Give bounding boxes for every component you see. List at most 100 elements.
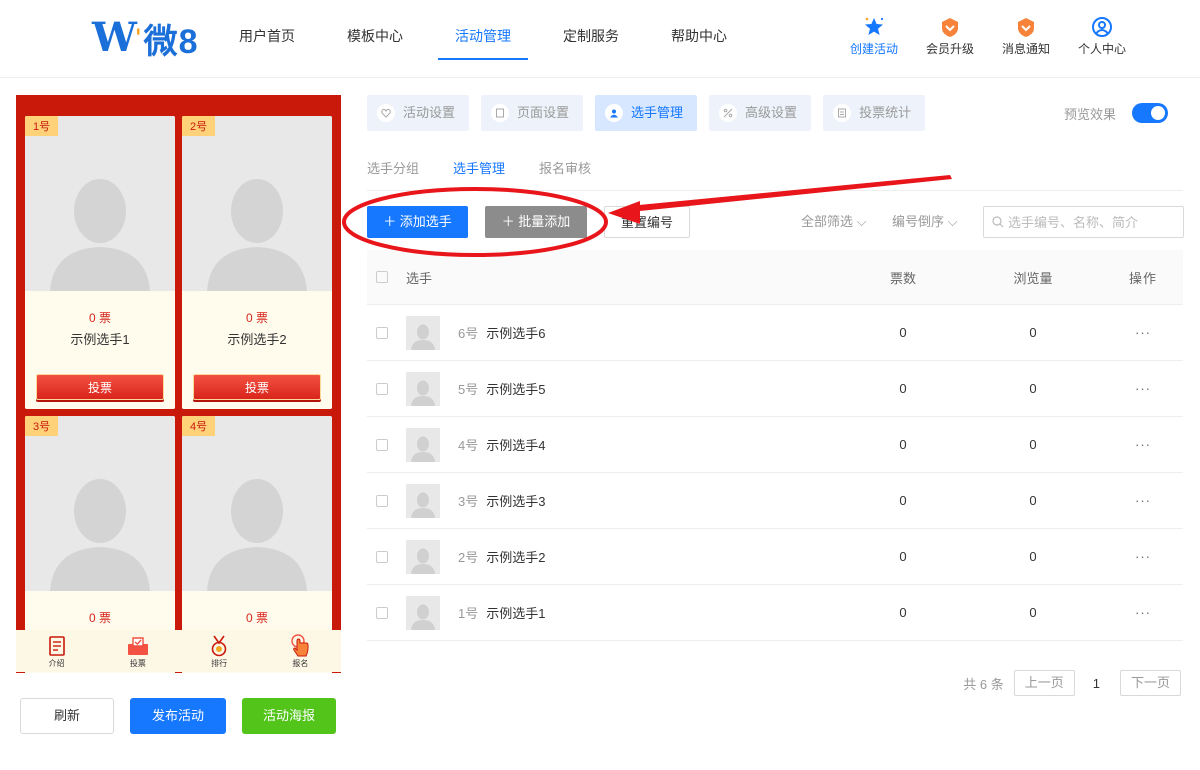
row-checkbox[interactable]	[376, 438, 388, 451]
table-row[interactable]: 6号 示例选手6 0 0 ···	[367, 305, 1183, 361]
nav-custom-service[interactable]: 定制服务	[546, 0, 636, 60]
next-page-button[interactable]: 下一页	[1119, 670, 1181, 696]
more-actions-button[interactable]: ···	[1103, 493, 1183, 508]
bottom-tab-label: 投票	[129, 659, 146, 668]
bottom-tab-label: 排行	[211, 659, 228, 668]
player-toolbar: ＋ 添加选手 ＋ 批量添加 重置编号 全部筛选 ⌵ 编号倒序 ⌵	[367, 206, 1184, 238]
member-upgrade-button[interactable]: 会员升级	[912, 16, 988, 57]
sort-dropdown[interactable]: 编号倒序 ⌵	[892, 206, 958, 238]
table-row[interactable]: 2号 示例选手2 0 0 ···	[367, 529, 1183, 585]
more-actions-button[interactable]: ···	[1103, 381, 1183, 396]
prev-page-button[interactable]: 上一页	[1013, 670, 1075, 696]
logo-w-mark: W'	[92, 14, 142, 61]
tab-player-management[interactable]: 选手管理	[595, 95, 698, 131]
logo-text: 微8	[143, 22, 199, 61]
row-checkbox[interactable]	[376, 606, 388, 619]
chevron-down-icon: ⌵	[856, 214, 867, 229]
table-row[interactable]: 3号 示例选手3 0 0 ···	[367, 473, 1183, 529]
tab-label: 选手管理	[631, 105, 684, 120]
star-icon	[836, 16, 912, 38]
main-nav: 用户首页 模板中心 活动管理 定制服务 帮助中心	[222, 0, 762, 78]
vote-button[interactable]: 投票	[193, 374, 321, 400]
player-number-badge: 2号	[182, 116, 216, 136]
player-number-badge: 4号	[182, 416, 216, 436]
add-player-button[interactable]: ＋ 添加选手	[367, 206, 468, 238]
more-actions-button[interactable]: ···	[1103, 437, 1183, 452]
player-name: 示例选手3	[486, 494, 546, 509]
message-notify-button[interactable]: 消息通知	[988, 16, 1064, 57]
player-number-badge: 1号	[25, 116, 59, 136]
tab-label: 页面设置	[517, 105, 570, 120]
player-name: 示例选手1	[486, 606, 546, 621]
medal-icon	[179, 634, 260, 658]
row-checkbox[interactable]	[376, 326, 388, 339]
row-votes: 0	[899, 325, 907, 340]
bottom-tab-ranking[interactable]: 排行	[179, 630, 260, 672]
chevron-down-icon: ⌵	[947, 214, 958, 229]
subtab-player-groups[interactable]: 选手分组	[367, 158, 419, 182]
subtab-player-management[interactable]: 选手管理	[453, 158, 505, 182]
select-all-checkbox[interactable]	[376, 271, 388, 283]
search-icon	[992, 216, 1004, 228]
refresh-button[interactable]: 刷新	[20, 698, 114, 734]
nav-template-center[interactable]: 模板中心	[330, 0, 420, 60]
player-number: 5号	[458, 382, 479, 397]
more-actions-button[interactable]: ···	[1103, 325, 1183, 340]
more-actions-button[interactable]: ···	[1103, 605, 1183, 620]
logo[interactable]: W' 微8	[92, 14, 199, 61]
player-card[interactable]: 1号 0 票 示例选手1 投票	[25, 116, 175, 409]
player-votes: 0 票	[88, 611, 111, 625]
batch-add-button[interactable]: ＋ 批量添加	[485, 206, 587, 238]
filter-dropdown[interactable]: 全部筛选 ⌵	[801, 206, 867, 238]
avatar	[406, 483, 440, 518]
row-views: 0	[1029, 493, 1037, 508]
tab-vote-statistics[interactable]: 投票统计	[823, 95, 926, 131]
nav-user-home[interactable]: 用户首页	[222, 0, 312, 60]
vote-button[interactable]: 投票	[36, 374, 164, 400]
tab-page-settings[interactable]: 页面设置	[481, 95, 584, 131]
player-name: 示例选手4	[486, 438, 546, 453]
avatar-placeholder-icon	[207, 179, 307, 291]
row-views: 0	[1029, 381, 1037, 396]
row-checkbox[interactable]	[376, 382, 388, 395]
mobile-preview: 1号 0 票 示例选手1 投票 2号 0 票 示例选手2 投票 3号 0 票 4…	[16, 95, 341, 673]
publish-activity-button[interactable]: 发布活动	[130, 698, 226, 734]
bottom-tab-signup[interactable]: 报名	[260, 630, 341, 672]
divider	[367, 190, 1183, 191]
player-number: 2号	[458, 550, 479, 565]
current-page[interactable]: 1	[1093, 676, 1100, 691]
preview-toggle-label: 预览效果	[1063, 106, 1116, 122]
bottom-tab-vote[interactable]: 投票	[97, 630, 178, 672]
person-icon	[605, 104, 624, 122]
more-actions-button[interactable]: ···	[1103, 549, 1183, 564]
top-header: W' 微8 用户首页 模板中心 活动管理 定制服务 帮助中心 创建活动 会员升级…	[0, 0, 1200, 78]
player-info: 0 票 示例选手1 投票	[25, 291, 175, 409]
table-row[interactable]: 4号 示例选手4 0 0 ···	[367, 417, 1183, 473]
player-number: 4号	[458, 438, 479, 453]
activity-poster-button[interactable]: 活动海报	[242, 698, 336, 734]
create-activity-button[interactable]: 创建活动	[836, 16, 912, 57]
personal-center-button[interactable]: 个人中心	[1064, 16, 1140, 57]
search-input[interactable]	[1008, 214, 1178, 230]
bottom-tab-label: 报名	[292, 659, 309, 668]
subtab-signup-review[interactable]: 报名审核	[539, 158, 591, 182]
player-name: 示例选手2	[486, 550, 546, 565]
header-player-label: 选手	[406, 270, 433, 286]
player-name: 示例选手5	[486, 382, 546, 397]
row-player-cell: 2号 示例选手2	[367, 539, 807, 574]
table-row[interactable]: 5号 示例选手5 0 0 ···	[367, 361, 1183, 417]
percent-icon	[719, 104, 738, 122]
player-card[interactable]: 2号 0 票 示例选手2 投票	[182, 116, 332, 409]
sub-tabs: 选手分组 选手管理 报名审核	[367, 158, 625, 182]
tab-activity-settings[interactable]: 活动设置	[367, 95, 470, 131]
reset-number-button[interactable]: 重置编号	[604, 206, 690, 238]
bottom-tab-intro[interactable]: 介绍	[16, 630, 97, 672]
nav-activity-management[interactable]: 活动管理	[438, 0, 528, 60]
table-row[interactable]: 1号 示例选手1 0 0 ···	[367, 585, 1183, 641]
tab-advanced-settings[interactable]: 高级设置	[709, 95, 812, 131]
row-checkbox[interactable]	[376, 550, 388, 563]
row-checkbox[interactable]	[376, 494, 388, 507]
nav-help-center[interactable]: 帮助中心	[654, 0, 744, 60]
preview-toggle-switch[interactable]	[1132, 103, 1168, 123]
table-body: 6号 示例选手6 0 0 ··· 5号 示例选手5 0 0 ··· 4号 示例选手4 0 0 ··· 3号 示例…	[367, 305, 1183, 641]
